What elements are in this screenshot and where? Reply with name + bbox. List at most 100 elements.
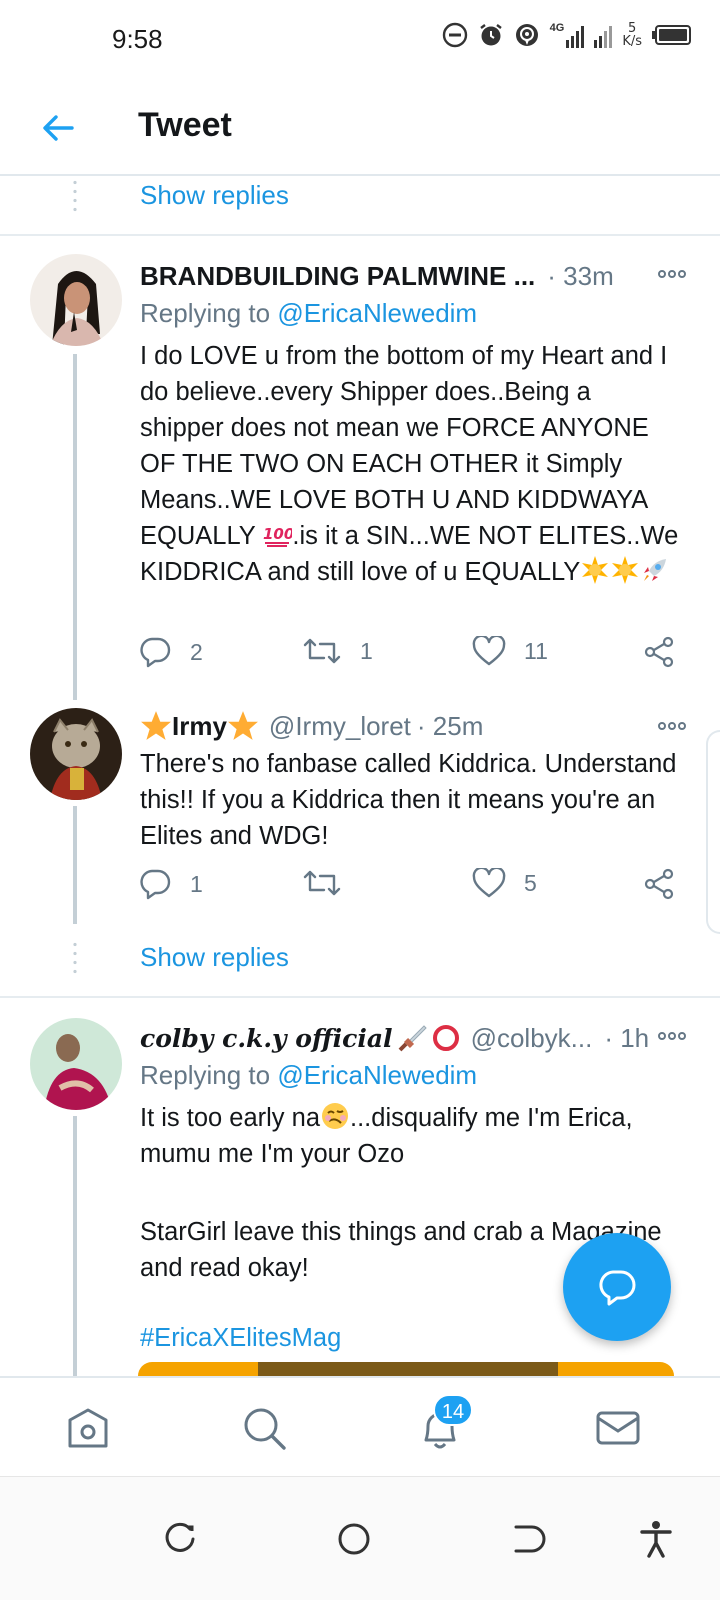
star-emoji (227, 711, 258, 740)
author-name[interactable]: BRANDBUILDING PALMWINE ... (140, 261, 535, 292)
tweet-time: · 25m (416, 710, 484, 741)
replying-prefix: Replying to (140, 1060, 278, 1090)
retweet-icon (303, 870, 341, 896)
signal-4g-icon: 4G (550, 22, 585, 48)
avatar[interactable] (30, 1018, 122, 1110)
tweet-text-part: It is too early na (140, 1104, 321, 1132)
mention-link[interactable]: @EricaNlewedim (277, 298, 477, 328)
replying-prefix: Replying to (140, 298, 278, 328)
status-icons: 4G 5 K/s (442, 22, 692, 48)
share-icon (644, 636, 674, 668)
search-icon[interactable] (240, 1404, 288, 1452)
notifications-badge: 14 (433, 1394, 473, 1426)
rocket-emoji (644, 559, 667, 581)
header: Tweet (0, 80, 720, 176)
more-options-icon[interactable] (656, 1024, 688, 1048)
author-handle[interactable]: @Irmy_loret (269, 711, 411, 742)
system-nav-bar (0, 1476, 720, 1600)
tweet-item[interactable]: Irmy @Irmy_loret · 25m There's no fanbas… (0, 706, 720, 934)
retweet-icon (303, 638, 341, 664)
woozy-face-emoji (322, 1103, 349, 1129)
tweet-header: BRANDBUILDING PALMWINE ... · 33m (140, 258, 660, 294)
alarm-icon (479, 24, 502, 46)
bottom-tab-bar: 14 (0, 1376, 720, 1476)
do-not-disturb-icon (442, 22, 467, 48)
recents-icon[interactable] (160, 1519, 200, 1559)
show-replies-row: Show replies (0, 176, 720, 226)
divider (0, 996, 720, 998)
accessibility-icon[interactable] (636, 1519, 676, 1559)
like-count: 5 (524, 869, 537, 896)
more-options-icon[interactable] (656, 262, 688, 286)
mention-link[interactable]: @EricaNlewedim (277, 1060, 477, 1090)
reply-button[interactable]: 1 (138, 868, 203, 900)
status-bar: 9:58 4G 5 K/s (0, 0, 720, 80)
share-button[interactable] (642, 636, 676, 668)
home-nav-icon[interactable] (334, 1519, 374, 1559)
tweet-time: · 1h (604, 1022, 650, 1053)
share-button[interactable] (642, 868, 676, 900)
tweet-feed[interactable]: Show replies BRANDBUILDING PALMWINE ... … (0, 176, 720, 1404)
tweet-item[interactable]: colby c.k.y official @colbyk... · 1h Rep… (0, 1018, 720, 1404)
tweet-text: It is too early na ...disqualify me I'm E… (140, 1100, 680, 1172)
show-replies-row: Show replies (0, 930, 720, 988)
tweet-header: Irmy @Irmy_loret · 25m (140, 708, 660, 744)
retweet-button[interactable]: 1 (302, 636, 373, 666)
compose-reply-button[interactable] (563, 1233, 671, 1341)
reply-icon (140, 637, 171, 668)
avatar[interactable] (30, 708, 122, 800)
tweet-actions: 2 1 11 (138, 636, 688, 676)
media-preview[interactable] (138, 1362, 674, 1376)
thread-line (73, 806, 77, 924)
show-replies-link[interactable]: Show replies (140, 180, 289, 211)
avatar[interactable] (30, 254, 122, 346)
sun-emoji (582, 556, 609, 584)
tweet-actions: 1 5 (138, 868, 688, 908)
page-title: Tweet (138, 106, 232, 144)
star-emoji (141, 711, 171, 740)
like-button[interactable]: 5 (472, 868, 537, 898)
home-icon[interactable] (64, 1404, 112, 1452)
sun-emoji (612, 556, 639, 584)
network-speed-unit: K/s (622, 34, 642, 49)
author-name[interactable]: colby c.k.y official (140, 1024, 393, 1053)
battery-icon (652, 25, 691, 45)
reply-count: 1 (190, 870, 203, 897)
show-replies-link[interactable]: Show replies (140, 942, 289, 973)
hotspot-icon (515, 24, 538, 46)
thread-dots (73, 940, 77, 976)
tweet-text: I do LOVE u from the bottom of my Heart … (140, 338, 680, 590)
back-nav-icon[interactable] (506, 1519, 546, 1559)
thread-line (73, 1116, 77, 1404)
thread-line (73, 354, 77, 700)
messages-icon[interactable] (594, 1404, 642, 1452)
tweet-text: There's no fanbase called Kiddrica. Unde… (140, 750, 677, 850)
tweet-item[interactable]: BRANDBUILDING PALMWINE ... · 33m Replyin… (0, 254, 720, 700)
like-button[interactable]: 11 (472, 636, 548, 666)
author-name[interactable]: Irmy (172, 711, 227, 742)
divider (0, 234, 720, 236)
more-options-icon[interactable] (656, 714, 688, 738)
retweet-button[interactable] (302, 868, 360, 898)
thread-dots (73, 178, 77, 214)
tweet-header: colby c.k.y official @colbyk... · 1h (140, 1020, 660, 1056)
svg-text:100: 100 (263, 525, 292, 543)
heart-icon (472, 636, 506, 666)
back-arrow-icon[interactable] (38, 108, 78, 148)
tweet-text-part: I do LOVE u from the bottom of my Heart … (140, 342, 668, 550)
reply-button[interactable]: 2 (138, 636, 203, 668)
retweet-count: 1 (360, 637, 373, 664)
like-count: 11 (524, 637, 548, 664)
reply-count: 2 (190, 638, 203, 665)
share-icon (644, 868, 674, 900)
tweet-time: · 33m (547, 260, 614, 291)
heart-icon (472, 868, 506, 898)
author-handle[interactable]: @colbyk... (471, 1023, 593, 1054)
network-speed: 5 K/s (622, 22, 642, 48)
replying-to: Replying to @EricaNlewedim (140, 1060, 477, 1091)
status-time: 9:58 (112, 24, 163, 54)
dagger-emoji (398, 1025, 427, 1052)
hundred-points-emoji: 100 (263, 525, 292, 547)
reply-icon (140, 869, 171, 900)
network-type-label: 4G (549, 22, 565, 34)
